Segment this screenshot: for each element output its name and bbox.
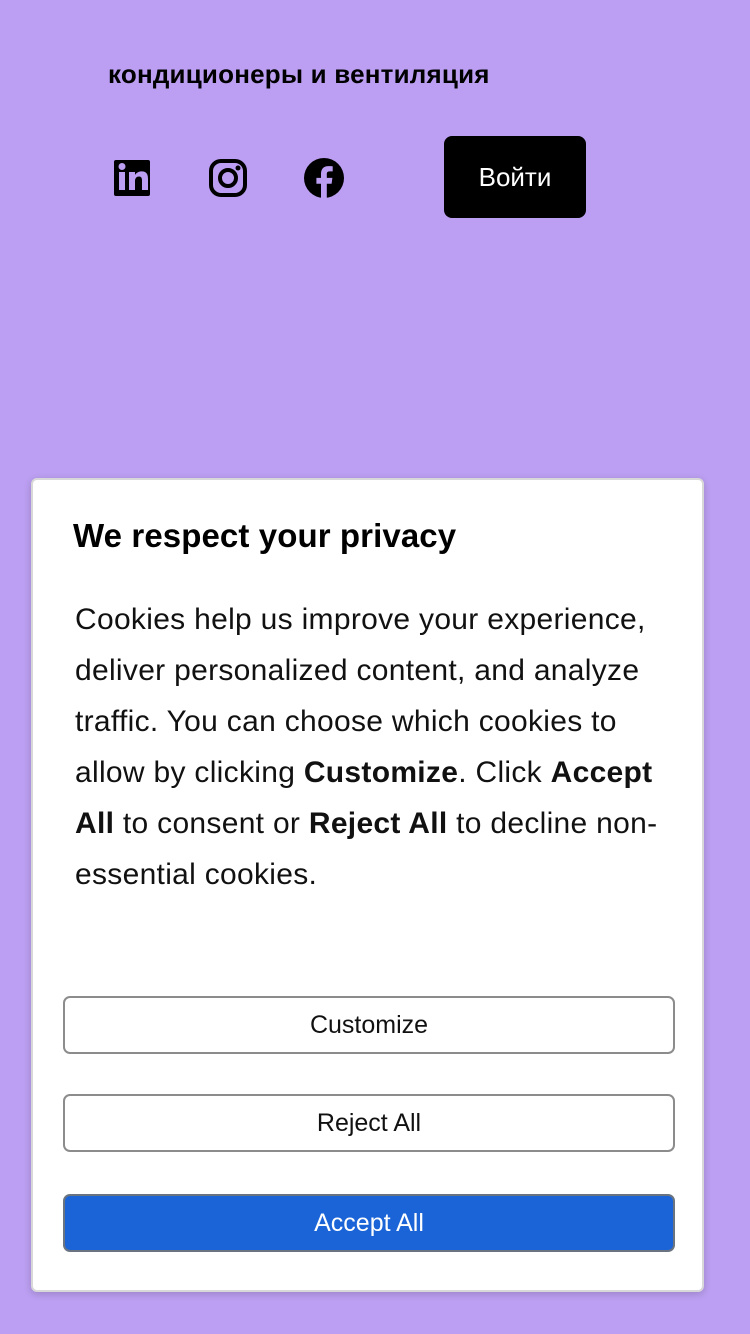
linkedin-link[interactable] <box>110 156 154 200</box>
site-title: кондиционеры и вентиляция <box>108 59 490 89</box>
instagram-icon <box>209 159 247 197</box>
privacy-consent-text: to consent or <box>114 807 309 840</box>
customize-emphasis: Customize <box>303 756 459 789</box>
reject-emphasis: Reject All <box>308 807 448 840</box>
instagram-link[interactable] <box>206 156 250 200</box>
accept-all-button[interactable]: Accept All <box>63 1194 675 1252</box>
linkedin-icon <box>114 160 150 196</box>
modal-title: We respect your privacy <box>73 517 457 554</box>
reject-all-button[interactable]: Reject All <box>63 1094 675 1152</box>
privacy-description: Cookies help us improve your experience,… <box>75 594 665 900</box>
privacy-click-text: . Click <box>458 756 551 789</box>
privacy-modal: We respect your privacy Cookies help us … <box>31 478 704 1292</box>
customize-button[interactable]: Customize <box>63 996 675 1054</box>
facebook-link[interactable] <box>302 156 346 200</box>
facebook-icon <box>304 158 344 198</box>
login-button[interactable]: Войти <box>444 136 586 218</box>
